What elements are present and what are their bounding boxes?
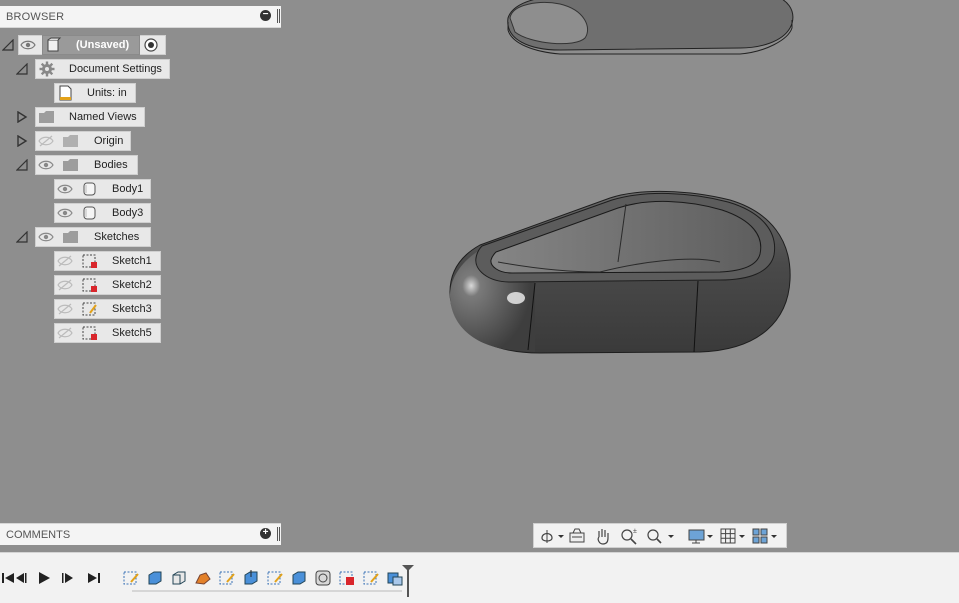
viewports-icon[interactable] bbox=[752, 527, 778, 545]
extrude-icon[interactable] bbox=[290, 569, 308, 587]
collapse-panel-button[interactable]: − bbox=[260, 10, 271, 21]
folder-icon bbox=[63, 231, 78, 243]
pin-panel-icon[interactable] bbox=[277, 527, 280, 541]
tree-node-document-settings[interactable]: Document Settings bbox=[0, 59, 175, 79]
body-top-render bbox=[507, 0, 794, 55]
sketch-icon bbox=[82, 302, 97, 316]
tree-label: Sketch3 bbox=[112, 303, 152, 315]
tree-node-bodies[interactable]: Bodies bbox=[0, 155, 140, 175]
tree-label: Origin bbox=[94, 135, 124, 147]
sketch-icon bbox=[82, 254, 97, 268]
grid-icon[interactable] bbox=[720, 527, 746, 545]
gear-icon bbox=[39, 61, 55, 77]
look-at-icon[interactable] bbox=[568, 527, 586, 545]
body-icon bbox=[83, 206, 96, 220]
tree-label: Body3 bbox=[112, 207, 144, 219]
collapse-triangle-icon[interactable] bbox=[16, 63, 28, 75]
tree-node-sketch1[interactable]: Sketch1 bbox=[0, 251, 165, 271]
collapse-triangle-icon[interactable] bbox=[16, 231, 28, 243]
fit-icon[interactable] bbox=[646, 527, 676, 545]
collapse-triangle-icon[interactable] bbox=[2, 39, 14, 51]
folder-icon bbox=[63, 135, 78, 147]
tree-node-named-views[interactable]: Named Views bbox=[0, 107, 150, 127]
tree-label: Bodies bbox=[94, 159, 128, 171]
timeline-track bbox=[132, 590, 402, 592]
root-label: (Unsaved) bbox=[76, 39, 130, 51]
tree-node-sketches[interactable]: Sketches bbox=[0, 227, 155, 247]
split-icon[interactable] bbox=[362, 569, 380, 587]
tree-node-body3[interactable]: Body3 bbox=[0, 203, 155, 223]
sketch-icon[interactable] bbox=[266, 569, 284, 587]
tree-label: Body1 bbox=[112, 183, 144, 195]
step-back-icon[interactable] bbox=[12, 570, 28, 586]
sketch-icon[interactable] bbox=[122, 569, 140, 587]
tree-label: Document Settings bbox=[69, 63, 162, 75]
component-icon bbox=[47, 37, 62, 52]
body-icon bbox=[83, 182, 96, 196]
sketch-icon bbox=[82, 326, 97, 340]
browser-panel-header: BROWSER − bbox=[0, 6, 281, 28]
visibility-eye-hidden-icon[interactable] bbox=[57, 303, 73, 315]
visibility-eye-icon[interactable] bbox=[57, 207, 73, 219]
expand-triangle-icon[interactable] bbox=[16, 111, 28, 123]
body-main-render bbox=[449, 190, 791, 354]
folder-icon bbox=[63, 159, 78, 171]
folder-icon bbox=[39, 111, 54, 123]
tree-node-sketch3[interactable]: Sketch3 bbox=[0, 299, 165, 319]
box-icon[interactable] bbox=[170, 569, 188, 587]
tree-node-sketch5[interactable]: Sketch5 bbox=[0, 323, 165, 343]
tree-node-origin[interactable]: Origin bbox=[0, 131, 135, 151]
visibility-eye-hidden-icon[interactable] bbox=[38, 135, 54, 147]
svg-text:±: ± bbox=[633, 528, 637, 535]
add-comment-button[interactable]: + bbox=[260, 528, 271, 539]
visibility-eye-icon[interactable] bbox=[57, 183, 73, 195]
timeline-marker[interactable] bbox=[400, 563, 416, 599]
visibility-eye-icon[interactable] bbox=[20, 39, 36, 51]
tree-label: Sketch5 bbox=[112, 327, 152, 339]
visibility-eye-hidden-icon[interactable] bbox=[57, 279, 73, 291]
tree-label: Units: in bbox=[87, 87, 127, 99]
zoom-icon[interactable]: ± bbox=[620, 527, 638, 545]
tree-node-root[interactable]: (Unsaved) bbox=[0, 35, 170, 55]
sketch-icon[interactable] bbox=[218, 569, 236, 587]
expand-triangle-icon[interactable] bbox=[16, 135, 28, 147]
pin-panel-icon[interactable] bbox=[277, 9, 280, 23]
visibility-eye-icon[interactable] bbox=[38, 231, 54, 243]
tree-label: Sketches bbox=[94, 231, 140, 243]
extrude-icon[interactable] bbox=[146, 569, 164, 587]
go-to-end-icon[interactable] bbox=[86, 570, 102, 586]
tree-label: Named Views bbox=[69, 111, 137, 123]
fillet-icon[interactable] bbox=[194, 569, 212, 587]
collapse-triangle-icon[interactable] bbox=[16, 159, 28, 171]
sketch-icon[interactable] bbox=[338, 569, 356, 587]
tree-label: Sketch1 bbox=[112, 255, 152, 267]
visibility-eye-hidden-icon[interactable] bbox=[57, 255, 73, 267]
browser-title: BROWSER bbox=[6, 11, 65, 23]
activate-radio-icon[interactable] bbox=[143, 37, 159, 53]
tree-node-sketch2[interactable]: Sketch2 bbox=[0, 275, 165, 295]
navigation-bar: ± bbox=[533, 523, 787, 548]
play-icon[interactable] bbox=[36, 570, 52, 586]
visibility-eye-hidden-icon[interactable] bbox=[57, 327, 73, 339]
units-icon bbox=[59, 85, 72, 101]
extrude-icon[interactable] bbox=[242, 569, 260, 587]
timeline-bar bbox=[0, 552, 959, 603]
tree-node-body1[interactable]: Body1 bbox=[0, 179, 155, 199]
comments-panel-header: COMMENTS + bbox=[0, 523, 281, 545]
step-forward-icon[interactable] bbox=[60, 570, 76, 586]
tree-label: Sketch2 bbox=[112, 279, 152, 291]
shell-icon[interactable] bbox=[314, 569, 332, 587]
pan-icon[interactable] bbox=[594, 527, 612, 545]
display-settings-icon[interactable] bbox=[688, 527, 714, 545]
orbit-icon[interactable] bbox=[538, 527, 564, 545]
sketch-icon bbox=[82, 278, 97, 292]
comments-title: COMMENTS bbox=[6, 529, 71, 541]
visibility-eye-icon[interactable] bbox=[38, 159, 54, 171]
tree-node-units[interactable]: Units: in bbox=[0, 83, 140, 103]
